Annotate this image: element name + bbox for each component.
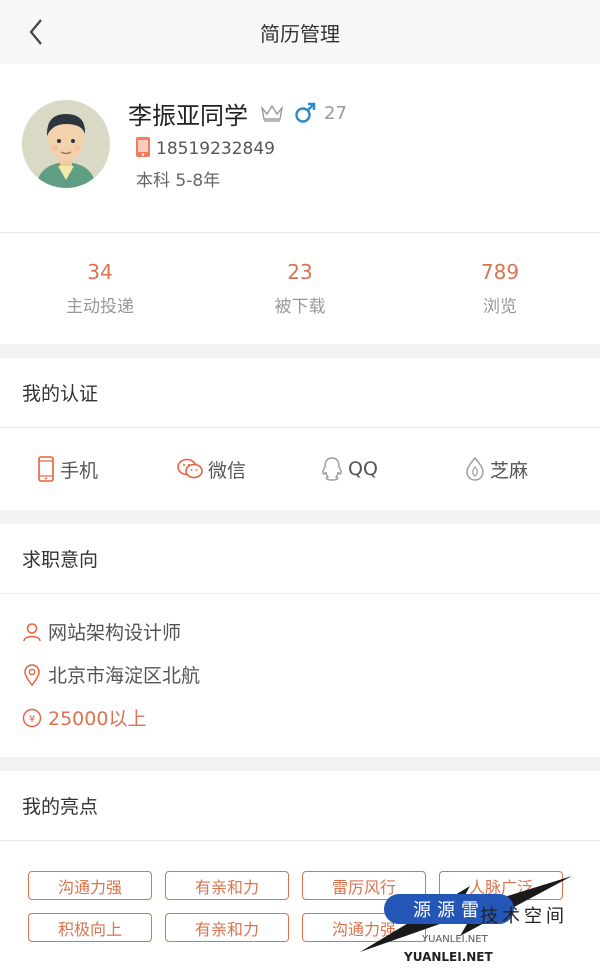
- cert-wechat[interactable]: 微信: [176, 456, 246, 483]
- stat-viewed[interactable]: 789 浏览: [400, 233, 600, 344]
- cert-label: 手机: [60, 459, 99, 482]
- cert-qq[interactable]: QQ: [320, 456, 378, 482]
- intent-location-text: 北京市海淀区北航: [48, 665, 201, 687]
- qq-icon: [322, 457, 342, 481]
- chevron-left-icon: [29, 19, 42, 45]
- person-icon: [22, 622, 42, 642]
- stat-label: 被下载: [274, 297, 326, 317]
- job-intention-section: 求职意向 网站架构设计师 北京市海淀区北航 ¥ 25000以上: [0, 524, 600, 757]
- age-text: 27: [324, 102, 347, 124]
- cert-label: 微信: [208, 459, 247, 482]
- male-icon: [294, 102, 316, 124]
- cert-label: 芝麻: [490, 459, 529, 482]
- mobile-icon: [134, 136, 152, 162]
- svg-text:¥: ¥: [29, 714, 35, 725]
- highlight-tag[interactable]: 积极向上: [28, 913, 152, 942]
- intent-location[interactable]: 北京市海淀区北航: [22, 653, 600, 696]
- phone-number: 18519232849: [156, 139, 275, 159]
- section-title: 我的认证: [0, 358, 600, 428]
- profile-card[interactable]: 李振亚同学 27 18519232849 本科 5-8年: [0, 64, 600, 232]
- crown-icon: [260, 104, 284, 122]
- highlight-tag[interactable]: 沟通力强: [28, 871, 152, 900]
- yen-icon: ¥: [22, 708, 42, 728]
- cert-phone[interactable]: 手机: [36, 456, 98, 483]
- stat-value: 789: [480, 260, 520, 284]
- page-title: 简历管理: [260, 21, 340, 46]
- stat-label: 浏览: [483, 297, 517, 317]
- stats-row: 34 主动投递 23 被下载 789 浏览: [0, 232, 600, 344]
- watermark-sub-text: YUANLEI.NET: [422, 934, 488, 945]
- watermark-side-text: 技术空间: [480, 906, 568, 927]
- highlight-tag[interactable]: 有亲和力: [165, 871, 289, 900]
- avatar[interactable]: [22, 100, 110, 188]
- section-title: 我的亮点: [0, 771, 600, 841]
- stat-downloaded[interactable]: 23 被下载: [200, 233, 400, 344]
- certification-section: 我的认证 手机 微信 QQ 芝麻: [0, 358, 600, 510]
- stat-applied[interactable]: 34 主动投递: [0, 233, 200, 344]
- cert-label: QQ: [348, 458, 378, 480]
- stat-value: 23: [287, 260, 313, 284]
- navbar: 简历管理: [0, 0, 600, 64]
- sesame-icon: [466, 456, 484, 481]
- profile-info: 李振亚同学 27 18519232849 本科 5-8年: [128, 96, 347, 192]
- stat-label: 主动投递: [66, 297, 134, 317]
- intent-salary-text: 25000以上: [48, 708, 147, 730]
- watermark: 源源雷 技术空间 YUANLEI.NET YUANLEI.NET: [350, 872, 590, 968]
- education-experience: 本科 5-8年: [136, 171, 221, 191]
- location-pin-icon: [22, 663, 42, 686]
- watermark-url: YUANLEI.NET: [404, 950, 493, 964]
- cert-sesame[interactable]: 芝麻: [464, 456, 528, 483]
- stat-value: 34: [87, 260, 113, 284]
- back-button[interactable]: [20, 16, 52, 48]
- user-name: 李振亚同学: [128, 101, 248, 130]
- intent-position-text: 网站架构设计师: [48, 622, 182, 644]
- section-title: 求职意向: [0, 524, 600, 594]
- intent-position[interactable]: 网站架构设计师: [22, 610, 600, 653]
- wechat-icon: [177, 458, 203, 479]
- highlight-tag[interactable]: 有亲和力: [165, 913, 289, 942]
- phone-icon: [38, 456, 54, 482]
- intent-salary[interactable]: ¥ 25000以上: [22, 696, 600, 739]
